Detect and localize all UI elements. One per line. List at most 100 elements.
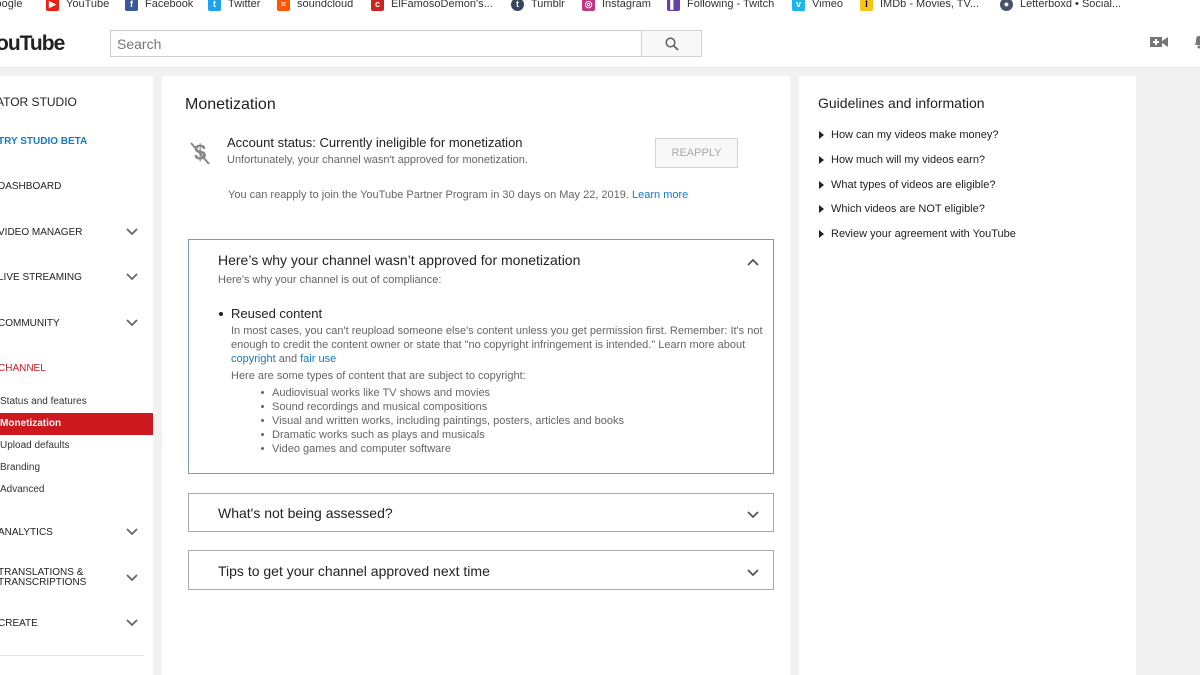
sidebar-subitem-monetization[interactable]: Monetization	[0, 413, 153, 435]
reapply-button[interactable]: REAPPLY	[655, 138, 738, 168]
account-status-detail: Unfortunately, your channel wasn't appro…	[227, 154, 528, 166]
bookmark-google[interactable]: Google	[0, 0, 22, 12]
chevron-down-icon[interactable]	[126, 273, 138, 281]
guideline-item[interactable]: What types of videos are eligible?	[819, 179, 995, 191]
try-studio-beta-link[interactable]: TRY STUDIO BETA	[0, 136, 151, 147]
triangle-right-icon	[819, 131, 824, 139]
chevron-down-icon[interactable]	[747, 511, 759, 519]
reapply-note-text: You can reapply to join the YouTube Part…	[228, 189, 629, 201]
copyright-types-list: Audiovisual works like TV shows and movi…	[261, 386, 624, 456]
list-item: Dramatic works such as plays and musical…	[261, 428, 624, 442]
bookmark-instagram[interactable]: ◎ Instagram	[582, 0, 651, 12]
sidebar-subitem-status-and-features[interactable]: Status and features	[0, 391, 153, 413]
chevron-down-icon[interactable]	[126, 319, 138, 327]
and-text: and	[278, 353, 298, 365]
bookmark-label: Vimeo	[812, 0, 843, 10]
bookmark-youtube[interactable]: ▶ YouTube	[46, 0, 109, 12]
bookmark-soundcloud[interactable]: ≈ soundcloud	[277, 0, 353, 12]
panel-heading[interactable]: What's not being assessed?	[218, 505, 393, 521]
guideline-label: How much will my videos earn?	[831, 154, 986, 166]
list-item: Video games and computer software	[261, 442, 624, 456]
bookmark-tumblr[interactable]: t Tumblr	[511, 0, 565, 12]
types-intro: Here are some types of content that are …	[231, 370, 526, 382]
search-input[interactable]	[110, 30, 642, 57]
bookmark-vimeo[interactable]: v Vimeo	[792, 0, 843, 12]
triangle-right-icon	[819, 230, 824, 238]
sidebar-subitem-upload-defaults[interactable]: Upload defaults	[0, 435, 153, 457]
bookmark-label: YouTube	[66, 0, 110, 10]
bookmark-label: Twitter	[228, 0, 261, 10]
description-text: In most cases, you can't reupload someon…	[231, 325, 763, 351]
triangle-right-icon	[819, 181, 824, 189]
chevron-down-icon[interactable]	[126, 619, 138, 627]
bookmark-label: soundcloud	[297, 0, 354, 10]
bookmark-label: Tumblr	[531, 0, 565, 10]
bookmark-label: Instagram	[602, 0, 651, 10]
bookmark-twitter[interactable]: t Twitter	[208, 0, 260, 12]
reapply-note: You can reapply to join the YouTube Part…	[228, 189, 688, 201]
guideline-item[interactable]: Review your agreement with YouTube	[819, 228, 1016, 240]
guidelines-panel: Guidelines and information How can my vi…	[799, 76, 1136, 675]
notifications-icon[interactable]	[1194, 35, 1200, 49]
search-icon	[664, 36, 679, 51]
approval-tips-panel[interactable]: Tips to get your channel approved next t…	[188, 550, 774, 590]
monetization-panel: Monetization $ Account status: Currently…	[162, 76, 790, 675]
imdb-icon: I	[860, 0, 873, 11]
guideline-item[interactable]: How much will my videos earn?	[819, 154, 985, 166]
chevron-up-icon[interactable]	[747, 258, 759, 266]
studio-title: ATOR STUDIO	[0, 95, 77, 109]
bookmark-twitch[interactable]: ▌ Following - Twitch	[667, 0, 774, 12]
bookmark-facebook[interactable]: f Facebook	[125, 0, 193, 12]
bullet	[219, 312, 223, 316]
not-approved-reasons-panel: Here’s why your channel wasn’t approved …	[188, 239, 774, 474]
bookmark-label: Facebook	[145, 0, 194, 10]
monetization-off-icon: $	[190, 140, 210, 165]
sidebar-divider	[0, 655, 144, 656]
twitch-icon: ▌	[667, 0, 680, 11]
panel-subheading: Here's why your channel is out of compli…	[218, 274, 442, 286]
tumblr-icon: t	[511, 0, 524, 11]
sidebar-subitem-branding[interactable]: Branding	[0, 457, 153, 479]
instagram-icon: ◎	[582, 0, 595, 11]
bookmark-elfamosodemon[interactable]: c ElFamosoDemon's...	[371, 0, 493, 12]
bookmark-letterboxd[interactable]: ● Letterboxd • Social...	[1000, 0, 1121, 12]
youtube-logo[interactable]: ouTube	[0, 32, 65, 56]
list-item: Visual and written works, including pain…	[261, 415, 624, 427]
sidebar-item-dashboard[interactable]: DASHBOARD	[0, 181, 151, 192]
studio-sidebar: ATOR STUDIO TRY STUDIO BETA DASHBOARD VI…	[0, 76, 153, 675]
bookmark-imdb[interactable]: I IMDb - Movies, TV...	[860, 0, 979, 12]
list-item: Audiovisual works like TV shows and movi…	[261, 386, 624, 400]
guideline-item[interactable]: How can my videos make money?	[819, 129, 999, 141]
sidebar-item-channel[interactable]: CHANNEL	[0, 363, 151, 374]
upload-video-icon[interactable]	[1150, 35, 1168, 49]
youtube-icon: ▶	[46, 0, 59, 11]
guideline-label: How can my videos make money?	[831, 129, 999, 141]
bookmark-label: Letterboxd • Social...	[1020, 0, 1122, 10]
chevron-down-icon[interactable]	[126, 574, 138, 582]
page-title: Monetization	[185, 96, 276, 113]
panel-heading[interactable]: Here’s why your channel wasn’t approved …	[218, 252, 580, 268]
chevron-down-icon[interactable]	[747, 569, 759, 577]
chevron-down-icon[interactable]	[126, 228, 138, 236]
sidebar-subitem-advanced[interactable]: Advanced	[0, 479, 153, 501]
not-assessed-panel[interactable]: What's not being assessed?	[188, 493, 774, 532]
chevron-down-icon[interactable]	[126, 528, 138, 536]
twitter-icon: t	[208, 0, 221, 11]
guideline-label: Review your agreement with YouTube	[831, 228, 1016, 240]
guidelines-title: Guidelines and information	[818, 95, 985, 111]
guideline-item[interactable]: Which videos are NOT eligible?	[819, 203, 985, 215]
search-button[interactable]	[641, 30, 702, 57]
bookmark-label: Following - Twitch	[687, 0, 775, 10]
copyright-link[interactable]: copyright	[231, 353, 276, 365]
soundcloud-icon: ≈	[277, 0, 290, 11]
facebook-icon: f	[125, 0, 138, 11]
fair-use-link[interactable]: fair use	[300, 353, 336, 365]
reused-content-description: In most cases, you can't reupload someon…	[231, 324, 766, 366]
triangle-right-icon	[819, 205, 824, 213]
bookmark-label: ElFamosoDemon's...	[391, 0, 493, 10]
triangle-right-icon	[819, 156, 824, 164]
bookmarks-bar: Google ▶ YouTube f Facebook t Twitter ≈ soun…	[0, 0, 1200, 16]
bookmark-label: Google	[0, 0, 23, 10]
panel-heading[interactable]: Tips to get your channel approved next t…	[218, 563, 490, 579]
learn-more-link[interactable]: Learn more	[632, 189, 688, 201]
